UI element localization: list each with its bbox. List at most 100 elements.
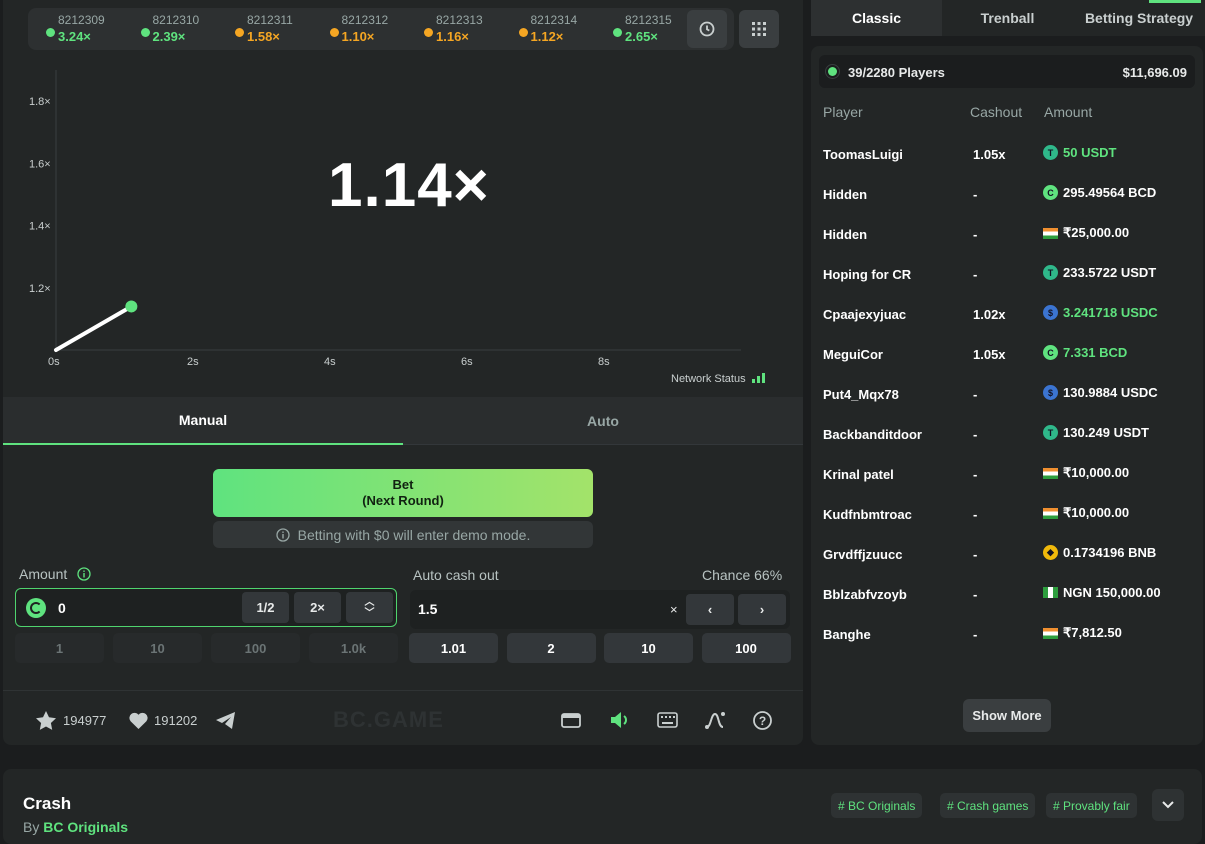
bet-button[interactable]: Bet (Next Round): [213, 469, 593, 517]
bcd-coin-icon: C: [1043, 185, 1058, 200]
help-icon[interactable]: ?: [753, 711, 772, 730]
tab-auto[interactable]: Auto: [403, 397, 803, 445]
keyboard-icon[interactable]: [657, 712, 678, 728]
history-round-id: 8212310: [152, 13, 200, 27]
telegram-icon[interactable]: [216, 712, 236, 729]
heart-icon[interactable]: [129, 712, 148, 729]
y-tick-label: 1.2×: [29, 283, 51, 295]
tab-betting-strategy[interactable]: Betting Strategy: [1073, 0, 1205, 36]
history-dot: [235, 28, 244, 37]
grid-menu-button[interactable]: [739, 10, 779, 48]
clock-icon: [699, 21, 715, 37]
player-amount: T 50 USDT: [1043, 145, 1116, 160]
star-icon[interactable]: [36, 711, 56, 730]
player-amount-value: ₹7,812.50: [1063, 625, 1122, 640]
players-total: $11,696.09: [1122, 65, 1187, 80]
bottom-toolbar: 194977 191202 BC.GAME ?: [3, 690, 803, 745]
history-dot: [329, 28, 339, 37]
expand-button[interactable]: [1152, 789, 1184, 821]
show-more-button[interactable]: Show More: [963, 699, 1051, 732]
svg-text:?: ?: [759, 714, 766, 728]
x-tick-label: 8s: [598, 356, 610, 368]
game-tag[interactable]: # Provably fair: [1046, 793, 1137, 818]
players-panel: 39/2280 Players $11,696.09 Player Cashou…: [811, 46, 1203, 745]
col-cashout: Cashout: [970, 104, 1023, 120]
history-item[interactable]: 8212311 1.58×: [235, 12, 315, 46]
cashout-quick-button[interactable]: 2: [506, 633, 596, 663]
amount-quick-button[interactable]: 1: [15, 633, 104, 663]
history-item[interactable]: 8212309 3.24×: [46, 12, 126, 46]
history-round-id: 8212314: [530, 13, 578, 27]
player-amount-value: 50 USDT: [1063, 145, 1117, 160]
player-amount-value: 130.249 USDT: [1063, 425, 1149, 440]
chevron-up-icon[interactable]: ︿: [365, 597, 375, 608]
game-title: Crash: [23, 794, 72, 813]
cashout-quick-button[interactable]: 100: [701, 633, 791, 663]
history-item[interactable]: 8212315 2.65×: [613, 12, 693, 46]
round-history: 8212309 3.24× 8212310 2.39× 8212311 1.58× 8212…: [28, 8, 734, 50]
signal-icon: [751, 373, 765, 383]
history-round-id: 8212312: [341, 13, 389, 27]
live-dot-icon: [828, 67, 837, 76]
amount-quick-button[interactable]: 100: [211, 633, 300, 663]
window-icon[interactable]: [561, 713, 581, 728]
player-amount: ₹7,812.50: [1043, 625, 1122, 641]
amount-quick-button[interactable]: 10: [113, 633, 202, 663]
multiplier-curve: [54, 304, 134, 352]
chart-svg: 1.2× 1.4× 1.6× 1.8× 0s 2s 4s 6s 8s: [29, 70, 741, 368]
history-item[interactable]: 8212310 2.39×: [140, 12, 221, 46]
history-multiplier: 3.24×: [58, 29, 91, 44]
amount-stepper[interactable]: ︿ ﹀: [346, 592, 393, 623]
history-round-id: 8212311: [247, 13, 293, 27]
x-tick-label: 0s: [48, 356, 60, 368]
player-amount: ₹10,000.00: [1043, 505, 1129, 521]
amount-value[interactable]: 0: [58, 600, 66, 616]
chevron-down-icon[interactable]: ﹀: [365, 608, 375, 619]
author-link[interactable]: BC Originals: [43, 819, 128, 835]
player-amount: C 7.331 BCD: [1043, 345, 1127, 360]
likes-count: 191202: [154, 713, 198, 728]
double-amount-button[interactable]: 2×: [294, 592, 341, 623]
auto-cashout-input[interactable]: 1.5 × ‹ ›: [410, 590, 790, 629]
amount-input[interactable]: 0 1/2 2× ︿ ﹀: [15, 588, 397, 627]
amount-quick-button[interactable]: 1.0k: [309, 633, 398, 663]
cashout-decrease-button[interactable]: ‹: [686, 594, 734, 625]
game-author: By BC Originals: [23, 819, 128, 835]
player-cashout: -: [973, 187, 978, 202]
amount-info-icon[interactable]: [77, 567, 91, 581]
cashout-quick-button[interactable]: 10: [604, 633, 693, 663]
history-item[interactable]: 8212314 1.12×: [518, 12, 599, 46]
game-tag[interactable]: # Crash games: [940, 793, 1036, 818]
cashout-increase-button[interactable]: ›: [738, 594, 786, 625]
game-panel: 8212309 3.24× 8212310 2.39× 8212311 1.58× 8212…: [3, 0, 803, 745]
history-item[interactable]: 8212312 1.10×: [329, 12, 410, 46]
half-amount-button[interactable]: 1/2: [242, 592, 289, 623]
cashout-value[interactable]: 1.5: [418, 601, 437, 617]
tab-trenball[interactable]: Trenball: [942, 0, 1073, 36]
tab-manual[interactable]: Manual: [3, 397, 403, 445]
usdc-coin-icon: $: [1043, 305, 1058, 320]
sound-icon[interactable]: [609, 711, 631, 729]
game-tag[interactable]: # BC Originals: [831, 793, 923, 818]
player-cashout: -: [973, 507, 978, 522]
y-tick-label: 1.6×: [29, 158, 51, 170]
crash-chart: 1.2× 1.4× 1.6× 1.8× 0s 2s 4s 6s 8s 1.14× Network…: [3, 55, 803, 395]
usdt-coin-icon: T: [1043, 425, 1058, 440]
player-row: Banghe - ₹7,812.50: [811, 615, 1203, 655]
player-name: Put4_Mqx78: [823, 387, 899, 402]
history-dot: [46, 28, 55, 37]
grid-icon: [752, 22, 766, 36]
history-dot: [140, 28, 150, 37]
cashout-quick-button[interactable]: 1.01: [409, 633, 498, 663]
history-clock-button[interactable]: [687, 10, 727, 48]
chart-curve-icon[interactable]: [705, 711, 725, 730]
history-item[interactable]: 8212313 1.16×: [424, 12, 504, 46]
tab-classic[interactable]: Classic: [811, 0, 942, 36]
player-cashout: -: [973, 227, 978, 242]
player-amount-value: 295.49564 BCD: [1063, 185, 1157, 200]
players-summary: 39/2280 Players $11,696.09: [819, 55, 1195, 88]
history-dot: [424, 28, 433, 37]
player-amount: T 130.249 USDT: [1043, 425, 1149, 440]
history-multiplier: 1.16×: [436, 29, 469, 44]
player-name: MeguiCor: [823, 347, 883, 362]
